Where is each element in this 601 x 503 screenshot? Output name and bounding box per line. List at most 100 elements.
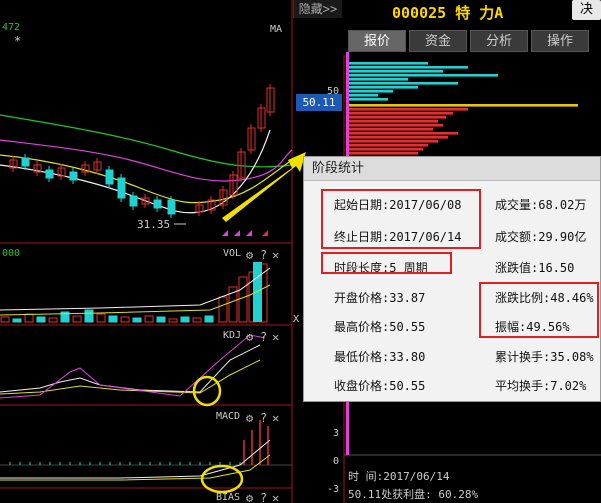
volume-bar — [96, 313, 106, 323]
volume-bar — [180, 316, 190, 323]
candle-body — [153, 199, 162, 209]
depth-bar — [348, 128, 433, 131]
tab-quote[interactable]: 报价 — [348, 30, 406, 52]
volume-bar — [156, 316, 166, 323]
depth-bar — [348, 108, 468, 111]
depth-bar — [348, 140, 438, 143]
stat-high: 最高价格:50.55 — [334, 320, 426, 334]
stat-close: 收盘价格:50.55 — [334, 379, 426, 393]
quote-tab-bar: 报价 资金 分析 操作 — [346, 30, 601, 52]
depth-bar — [348, 148, 423, 151]
indicator-code: 472 — [2, 22, 21, 33]
depth-bar — [348, 132, 458, 135]
stat-cum-turnover: 累计换手:35.08% — [495, 350, 594, 364]
question-icon: ? — [260, 491, 267, 503]
volume-bar — [204, 315, 214, 323]
popup-title: 阶段统计 — [304, 157, 600, 181]
depth-bar — [348, 94, 378, 97]
tab-operation[interactable]: 操作 — [531, 30, 589, 52]
volume-value: 000 — [2, 248, 21, 259]
question-icon: ? — [260, 411, 267, 425]
volume-bar — [0, 316, 10, 323]
volume-bar — [238, 276, 248, 323]
depth-bar — [348, 62, 428, 65]
kdj-line-k — [0, 344, 261, 393]
volume-bar — [48, 317, 58, 323]
candle-body — [129, 195, 138, 207]
stat-amount: 成交额:29.90亿 — [495, 230, 587, 244]
highlight-box-dates — [321, 189, 481, 249]
kdj-label: KDJ — [223, 330, 242, 341]
highlight-circle-kdj — [192, 375, 222, 407]
depth-bar — [348, 124, 443, 127]
depth-bar — [348, 86, 418, 89]
volume-bar — [218, 296, 228, 323]
vol-label: VOL — [223, 248, 242, 259]
signal-marker — [246, 230, 252, 236]
low-price-marker: 31.35 — [137, 218, 171, 231]
depth-bar — [348, 144, 428, 147]
macd-axis-neg3: -3 — [327, 484, 340, 495]
stat-low: 最低价格:33.80 — [334, 350, 426, 364]
candle-body — [117, 177, 126, 199]
gear-icon: ⚙ — [246, 491, 254, 503]
macd-dif-line — [0, 439, 271, 479]
close-icon: ✕ — [272, 491, 279, 503]
candle-body — [21, 157, 30, 167]
depth-bar — [348, 70, 443, 73]
depth-bar — [348, 120, 438, 123]
signal-marker — [222, 230, 228, 236]
volume-bar — [132, 317, 142, 323]
volume-bar — [12, 318, 22, 323]
macd-label: MACD — [216, 411, 241, 422]
gear-icon: ⚙ — [246, 411, 254, 425]
question-icon: ? — [260, 248, 267, 262]
stat-volume: 成交量:68.02万 — [495, 198, 587, 212]
period-statistics-popup: 阶段统计 起始日期:2017/06/08 终止日期:2017/06/14 时段长… — [303, 156, 601, 402]
depth-bar — [348, 152, 418, 155]
depth-bar — [348, 82, 458, 85]
volume-bar — [192, 317, 202, 323]
volume-bar — [144, 315, 154, 323]
depth-bar — [348, 78, 408, 81]
volume-bar — [72, 315, 82, 323]
tab-funds[interactable]: 资金 — [409, 30, 467, 52]
macd-axis-3: 3 — [333, 428, 340, 439]
x-axis-label: X — [293, 314, 300, 325]
depth-bar — [348, 104, 578, 107]
footer-time: 时 间:2017/06/14 — [348, 470, 450, 483]
ma-label: MA — [270, 24, 283, 35]
volume-bar-highlight — [253, 262, 262, 322]
macd-axis-0: 0 — [333, 456, 340, 467]
volume-bar — [120, 316, 130, 323]
gear-icon: ⚙ — [246, 248, 254, 262]
volume-bar — [24, 313, 34, 323]
depth-bar — [348, 74, 498, 77]
stat-open: 开盘价格:33.87 — [334, 291, 426, 305]
highlight-box-period — [321, 252, 452, 274]
gear-icon: ⚙ — [246, 330, 254, 344]
question-icon: ? — [260, 330, 267, 344]
annotation-arrow — [222, 152, 306, 222]
close-icon: ✕ — [272, 411, 279, 425]
footer-profit: 50.11处获利盘: 60.28% — [348, 488, 479, 501]
close-icon: ✕ — [272, 330, 279, 344]
highlight-box-change — [479, 282, 599, 338]
candle-body — [167, 199, 176, 215]
candle-body — [105, 169, 114, 185]
hide-panel-button[interactable]: 隐藏>> — [293, 0, 342, 18]
current-price-tag: 50.11 — [296, 94, 342, 111]
volume-bar — [108, 315, 118, 323]
candle-body — [45, 169, 54, 179]
candle-body — [69, 171, 78, 181]
bias-label: BIAS — [216, 492, 241, 503]
close-icon: ✕ — [272, 248, 279, 262]
volume-bar — [168, 318, 178, 323]
depth-bar — [348, 116, 446, 119]
stock-title: 000025 特 力A — [392, 4, 504, 22]
star-marker: * — [14, 34, 22, 48]
depth-bar — [348, 98, 388, 101]
stat-change: 涨跌值:16.50 — [495, 261, 575, 275]
decide-button[interactable]: 决 — [572, 0, 601, 20]
tab-analysis[interactable]: 分析 — [470, 30, 528, 52]
